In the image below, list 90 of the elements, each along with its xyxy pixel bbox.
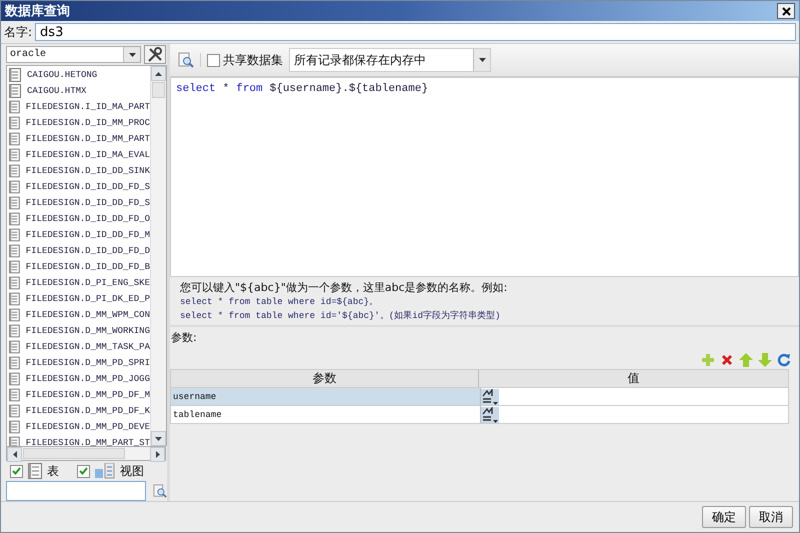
- caret-icon: [155, 436, 162, 440]
- checkbox[interactable]: [10, 464, 23, 478]
- checkbox[interactable]: [77, 464, 90, 478]
- table-item[interactable]: FILEDESIGN.D_ID_DD_SINK: [7, 163, 150, 179]
- table-item[interactable]: CAIGOU.HTMX: [7, 83, 150, 99]
- parameter-name-cell[interactable]: username: [171, 388, 481, 405]
- document-icon: [9, 132, 20, 146]
- connection-dropdown[interactable]: oracle: [6, 46, 141, 63]
- filter-label: 视图: [120, 462, 144, 480]
- table-item[interactable]: FILEDESIGN.D_MM_WORKING: [7, 323, 150, 339]
- name-field[interactable]: ds3: [35, 23, 796, 41]
- table-item[interactable]: FILEDESIGN.D_MM_WPM_CON: [7, 307, 150, 323]
- table-item[interactable]: FILEDESIGN.D_ID_DD_FD_M: [7, 227, 150, 243]
- document-icon: [9, 324, 20, 338]
- document-icon: [9, 244, 20, 258]
- table-item[interactable]: FILEDESIGN.D_MM_PD_DEVE: [7, 419, 150, 435]
- scrollbar-thumb[interactable]: [152, 82, 165, 98]
- document-icon: [28, 463, 42, 479]
- table-item[interactable]: FILEDESIGN.D_PI_ENG_SKE: [7, 275, 150, 291]
- table-item[interactable]: FILEDESIGN.D_PI_DK_ED_P: [7, 291, 150, 307]
- caret-icon: [128, 52, 136, 56]
- document-icon: [9, 340, 20, 354]
- document-icon: [9, 84, 21, 98]
- hint-text: 您可以键入"${abc}"做为一个参数，这里abc是参数的名称。例如:: [180, 280, 508, 295]
- table-item[interactable]: FILEDESIGN.D_ID_DD_FD_D: [7, 243, 150, 259]
- table-item[interactable]: FILEDESIGN.D_ID_DD_FD_B: [7, 259, 150, 275]
- table-item[interactable]: FILEDESIGN.D_ID_DD_FD_S: [7, 179, 150, 195]
- column-header: 值: [626, 370, 640, 387]
- name-label: 名字:: [4, 24, 32, 40]
- document-icon: [9, 196, 20, 210]
- window-title: 数据库查询: [5, 2, 70, 20]
- table-item[interactable]: FILEDESIGN.D_MM_PD_SPRI: [7, 355, 150, 371]
- sql-text: select * from ${username}.${tablename}: [176, 83, 430, 95]
- dialog-button[interactable]: 确定: [702, 506, 746, 528]
- dialog-button[interactable]: 取消: [749, 506, 793, 528]
- table-item[interactable]: FILEDESIGN.D_ID_DD_FD_S: [7, 195, 150, 211]
- document-icon: [9, 420, 20, 434]
- parameters-label: 参数:: [170, 330, 198, 345]
- table-item[interactable]: FILEDESIGN.D_ID_DD_FD_O: [7, 211, 150, 227]
- table-item[interactable]: FILEDESIGN.D_MM_PD_JOGG: [7, 371, 150, 387]
- share-dataset-label: 共享数据集: [223, 52, 283, 68]
- document-icon: [9, 404, 20, 418]
- table-item[interactable]: FILEDESIGN.D_ID_MM_PROC: [7, 115, 150, 131]
- document-icon: [9, 308, 20, 322]
- close-icon: [780, 6, 792, 16]
- document-icon: [9, 372, 20, 386]
- checkbox[interactable]: [207, 54, 220, 66]
- refresh-icon[interactable]: [777, 353, 791, 367]
- horizontal-scrollbar[interactable]: [6, 446, 166, 461]
- document-icon: [9, 180, 20, 194]
- table-item[interactable]: FILEDESIGN.D_MM_TASK_PA: [7, 339, 150, 355]
- table-item[interactable]: FILEDESIGN.I_ID_MA_PART: [7, 99, 150, 115]
- vertical-scrollbar[interactable]: [150, 66, 166, 446]
- document-icon: [9, 116, 20, 130]
- document-icon: [9, 164, 20, 178]
- search-icon[interactable]: [153, 483, 167, 499]
- column-header: 参数: [171, 370, 479, 387]
- sql-editor[interactable]: select * from ${username}.${tablename}: [170, 77, 799, 277]
- hint-text: select * from table where id='${abc}'。(如果id字段为字符串类型): [180, 310, 502, 323]
- table-item[interactable]: FILEDESIGN.D_MM_PD_DF_M: [7, 387, 150, 403]
- document-icon: [9, 388, 20, 402]
- document-icon: [9, 292, 20, 306]
- preview-icon[interactable]: [178, 52, 194, 68]
- hint-text: select * from table where id=${abc}。: [180, 296, 380, 309]
- table-item[interactable]: FILEDESIGN.D_ID_MA_EVAL: [7, 147, 150, 163]
- document-icon: [9, 356, 20, 370]
- right-caret-icon: [156, 451, 160, 458]
- caret-icon: [478, 58, 486, 62]
- view-icon: [95, 463, 115, 479]
- scrollbar-thumb[interactable]: [23, 448, 125, 459]
- up-caret-icon: [155, 72, 162, 76]
- document-icon: [9, 260, 20, 274]
- table-item[interactable]: FILEDESIGN.D_ID_MM_PART: [7, 131, 150, 147]
- tools-button[interactable]: [144, 45, 166, 64]
- type-icon[interactable]: [481, 388, 499, 404]
- document-icon: [9, 212, 20, 226]
- close-button[interactable]: [777, 3, 795, 19]
- table-item[interactable]: FILEDESIGN.D_MM_PD_DF_K: [7, 403, 150, 419]
- table-item[interactable]: CAIGOU.HETONG: [7, 67, 150, 83]
- filter-label: 表: [47, 462, 59, 480]
- search-field[interactable]: [6, 481, 146, 501]
- delete-icon[interactable]: [720, 353, 734, 367]
- left-caret-icon: [12, 451, 16, 458]
- document-icon: [9, 68, 21, 82]
- document-icon: [9, 148, 20, 162]
- document-icon: [9, 228, 20, 242]
- type-icon[interactable]: [481, 406, 499, 422]
- storage-mode-dropdown[interactable]: 所有记录都保存在内存中: [289, 48, 491, 72]
- document-icon: [9, 276, 20, 290]
- document-icon: [9, 100, 20, 114]
